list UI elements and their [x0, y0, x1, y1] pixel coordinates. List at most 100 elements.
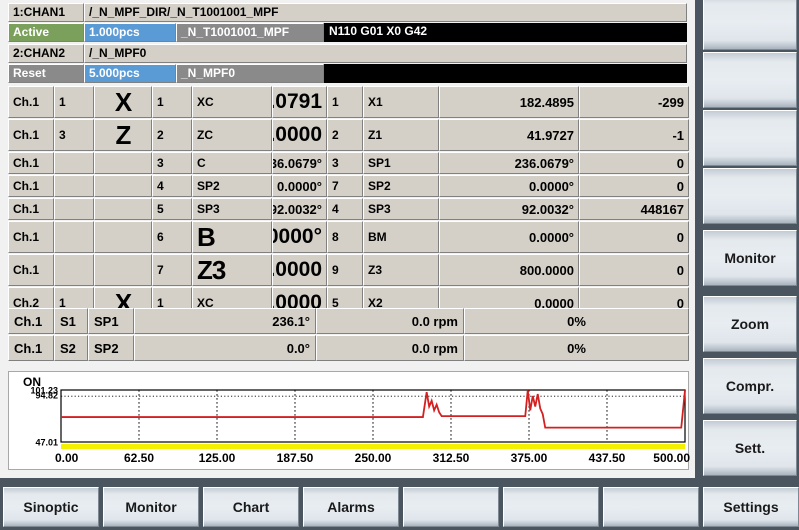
vertical-softkey-zoom[interactable]: Zoom: [703, 296, 797, 352]
spindle-speed: 0.0 rpm: [316, 335, 464, 361]
vertical-softkey-compr[interactable]: Compr.: [703, 358, 797, 414]
machine-position-value: 92.0032°: [439, 198, 579, 220]
chart-xtick-label: 375.00: [511, 451, 548, 465]
axis-name: C: [192, 152, 272, 174]
machine-position-value: 800.0000: [439, 254, 579, 286]
table-row[interactable]: Ch.16B0.0000°8BM0.0000°0: [8, 221, 689, 253]
piece-count-badge: 1.000pcs: [84, 23, 176, 42]
vertical-softkey-3[interactable]: [703, 110, 797, 166]
machine-index: 2: [327, 119, 363, 151]
table-row[interactable]: Ch.13C236.0679°3SP1236.0679°0: [8, 152, 689, 174]
spindle-channel: Ch.1: [8, 308, 54, 334]
spindle-slot: S2: [54, 335, 88, 361]
table-row[interactable]: Ch.1 5 SP3 92.0032° 4 SP3 92.0032° 448167: [8, 198, 689, 220]
machine-axis-name: SP2: [363, 175, 439, 197]
spindle-angle: 0.0°: [134, 335, 316, 361]
channel-status-row: Reset 5.000pcs _N_MPF0: [8, 64, 687, 83]
main-content-pane: 1:CHAN1 /_N_MPF_DIR/_N_T1001001_MPF Acti…: [0, 0, 697, 478]
spindle-channel: Ch.1: [8, 335, 54, 361]
axis-glyph: X: [94, 86, 152, 118]
axis-glyph: [94, 254, 152, 286]
axis-index-primary: [54, 175, 94, 197]
machine-axis-name: Z3: [363, 254, 439, 286]
current-block-line: N110 G01 X0 G42: [324, 23, 687, 42]
vertical-softkey-sett[interactable]: Sett.: [703, 420, 797, 476]
axis-channel: Ch.1: [8, 175, 54, 197]
spindle-slot: S1: [54, 308, 88, 334]
active-program-name: _N_MPF0: [176, 64, 324, 83]
axis-index-secondary: 2: [152, 119, 192, 151]
encoder-value: 0: [579, 152, 689, 174]
softkey-5[interactable]: [403, 487, 499, 527]
axis-glyph: Z: [94, 119, 152, 151]
vertical-softkey-2[interactable]: [703, 52, 797, 108]
machine-axis-name: X1: [363, 86, 439, 118]
softkey-monitor[interactable]: Monitor: [103, 487, 199, 527]
axis-channel: Ch.1: [8, 86, 54, 118]
axis-name: ZC: [192, 119, 272, 151]
axis-channel: Ch.1: [8, 119, 54, 151]
axis-index-secondary: 5: [152, 198, 192, 220]
machine-position-value: 236.0679°: [439, 152, 579, 174]
encoder-value: 0: [579, 221, 689, 253]
table-row[interactable]: Ch.13Z2ZC2.00002Z141.9727-1: [8, 119, 689, 151]
machine-axis-name: Z1: [363, 119, 439, 151]
axis-glyph: [94, 152, 152, 174]
machine-axis-name: BM: [363, 221, 439, 253]
encoder-value: -1: [579, 119, 689, 151]
channel-path-row: 2:CHAN2 /_N_MPF0: [8, 44, 687, 63]
spindle-speed: 0.0 rpm: [316, 308, 464, 334]
softkey-alarms[interactable]: Alarms: [303, 487, 399, 527]
softkey-7[interactable]: [603, 487, 699, 527]
machine-axis-name: SP3: [363, 198, 439, 220]
axis-index-secondary: 7: [152, 254, 192, 286]
table-row[interactable]: Ch.11X1XC204.07911X1182.4895-299: [8, 86, 689, 118]
axis-index-primary: 1: [54, 86, 94, 118]
axis-name: XC: [192, 86, 272, 118]
axis-index-secondary: 6: [152, 221, 192, 253]
axis-index-primary: [54, 221, 94, 253]
vertical-softkey-monitor[interactable]: Monitor: [703, 230, 797, 286]
axis-channel: Ch.1: [8, 254, 54, 286]
spindle-status-table: Ch.1 S1 SP1 236.1° 0.0 rpm 0% Ch.1 S2 SP2 0.0° 0.0…: [8, 308, 689, 362]
softkey-label: Monitor: [125, 499, 177, 515]
axis-position-value: 236.0679°: [272, 152, 327, 174]
machine-index: 7: [327, 175, 363, 197]
axis-index-primary: [54, 254, 94, 286]
chart-xtick-label: 187.50: [277, 451, 314, 465]
spindle-name: SP2: [88, 335, 134, 361]
encoder-value: 0: [579, 175, 689, 197]
softkey-label: Sett.: [734, 440, 766, 456]
signal-chart-panel[interactable]: ON 101.23 94.82 47.01 0.00 62.50 125.00 187.50 2…: [8, 371, 690, 470]
vertical-softkey-1[interactable]: [703, 0, 797, 50]
spindle-row[interactable]: Ch.1 S2 SP2 0.0° 0.0 rpm 0%: [8, 335, 689, 361]
status-badge: Active: [8, 23, 84, 42]
channel-label: 2:CHAN2: [8, 44, 84, 63]
encoder-value: 0: [579, 254, 689, 286]
axis-glyph: [94, 175, 152, 197]
axis-channel: Ch.1: [8, 198, 54, 220]
channel-path-row: 1:CHAN1 /_N_MPF_DIR/_N_T1001001_MPF: [8, 3, 687, 22]
table-row[interactable]: Ch.1 4 SP2 0.0000° 7 SP2 0.0000° 0: [8, 175, 689, 197]
encoder-value: 448167: [579, 198, 689, 220]
axis-position-value: 204.0791: [272, 86, 327, 118]
softkey-settings[interactable]: Settings: [703, 487, 799, 527]
chart-xtick-label: 500.00: [653, 451, 690, 465]
axis-position-value: 92.0032°: [272, 198, 327, 220]
active-program-name: _N_T1001001_MPF: [176, 23, 324, 42]
softkey-label: Zoom: [730, 316, 770, 332]
axis-name: Z3: [192, 254, 272, 286]
axis-index-primary: [54, 152, 94, 174]
softkey-6[interactable]: [503, 487, 599, 527]
axis-index-secondary: 1: [152, 86, 192, 118]
spindle-row[interactable]: Ch.1 S1 SP1 236.1° 0.0 rpm 0%: [8, 308, 689, 334]
chart-xtick-label: 437.50: [589, 451, 626, 465]
axis-index-primary: 3: [54, 119, 94, 151]
table-row[interactable]: Ch.17Z3800.00009Z3800.00000: [8, 254, 689, 286]
softkey-sinoptic[interactable]: Sinoptic: [3, 487, 99, 527]
machine-position-value: 0.0000°: [439, 175, 579, 197]
chart-xtick-label: 0.00: [55, 451, 79, 465]
program-header-channel-1: 1:CHAN1 /_N_MPF_DIR/_N_T1001001_MPF Acti…: [8, 3, 687, 43]
vertical-softkey-4[interactable]: [703, 168, 797, 224]
softkey-chart[interactable]: Chart: [203, 487, 299, 527]
